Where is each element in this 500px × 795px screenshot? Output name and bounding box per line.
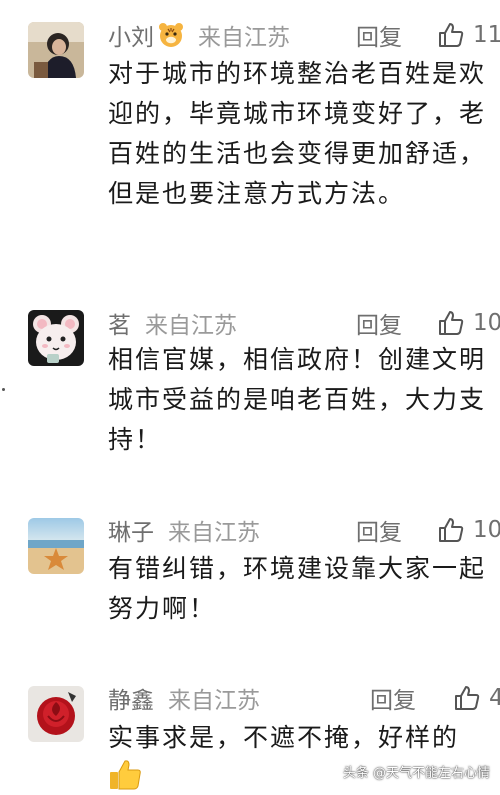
username[interactable]: 小刘 xyxy=(108,18,154,52)
like-count: 11 xyxy=(473,22,500,48)
like-count: 4 xyxy=(489,685,500,711)
reply-button[interactable]: 回复 xyxy=(356,18,402,52)
thumbs-up-icon xyxy=(439,311,464,335)
comment-meta: 静鑫 来自江苏 xyxy=(108,681,260,715)
comment-text: 实事求是，不遮不掩，好样的 xyxy=(108,723,460,752)
location: 来自江苏 xyxy=(198,25,290,51)
tiger-badge-icon xyxy=(158,22,184,48)
reply-button[interactable]: 回复 xyxy=(370,681,416,715)
like-count: 10 xyxy=(473,310,500,336)
comment-meta: 琳子 来自江苏 xyxy=(108,513,260,547)
location: 来自江苏 xyxy=(168,688,260,714)
like-count: 10 xyxy=(473,517,500,543)
location: 来自江苏 xyxy=(145,313,237,339)
username[interactable]: 茗 xyxy=(108,306,131,340)
watermark: 头条 @天气不能左右心情 xyxy=(342,766,490,781)
username[interactable]: 琳子 xyxy=(108,513,154,547)
thumbs-up-icon xyxy=(455,686,480,710)
like-button[interactable]: 11 xyxy=(437,18,500,52)
comment-text: 相信官媒，相信政府！创建文明城市受益的是咱老百姓，大力支持！ xyxy=(108,345,487,454)
reply-button[interactable]: 回复 xyxy=(356,306,402,340)
comment-meta: 茗 来自江苏 xyxy=(108,306,237,340)
like-button[interactable]: 10 xyxy=(437,306,500,340)
comment-meta: 小刘 来自江苏 xyxy=(108,18,290,52)
avatar[interactable] xyxy=(28,686,84,742)
like-button[interactable]: 10 xyxy=(437,513,500,547)
comment-text: 对于城市的环境整治老百姓是欢迎的，毕竟城市环境变好了，老百姓的生活也会变得更加舒… xyxy=(108,59,487,208)
avatar[interactable] xyxy=(28,22,84,78)
reply-button[interactable]: 回复 xyxy=(356,513,402,547)
username[interactable]: 静鑫 xyxy=(108,681,154,715)
thumbs-up-emoji-icon xyxy=(108,758,142,791)
stray-dot xyxy=(2,388,5,391)
avatar[interactable] xyxy=(28,310,84,366)
thumbs-up-icon xyxy=(439,23,464,47)
avatar[interactable] xyxy=(28,518,84,574)
comment-text: 有错纠错，环境建设靠大家一起努力啊！ xyxy=(108,554,487,623)
like-button[interactable]: 4 xyxy=(453,681,500,715)
thumbs-up-icon xyxy=(439,518,464,542)
location: 来自江苏 xyxy=(168,520,260,546)
